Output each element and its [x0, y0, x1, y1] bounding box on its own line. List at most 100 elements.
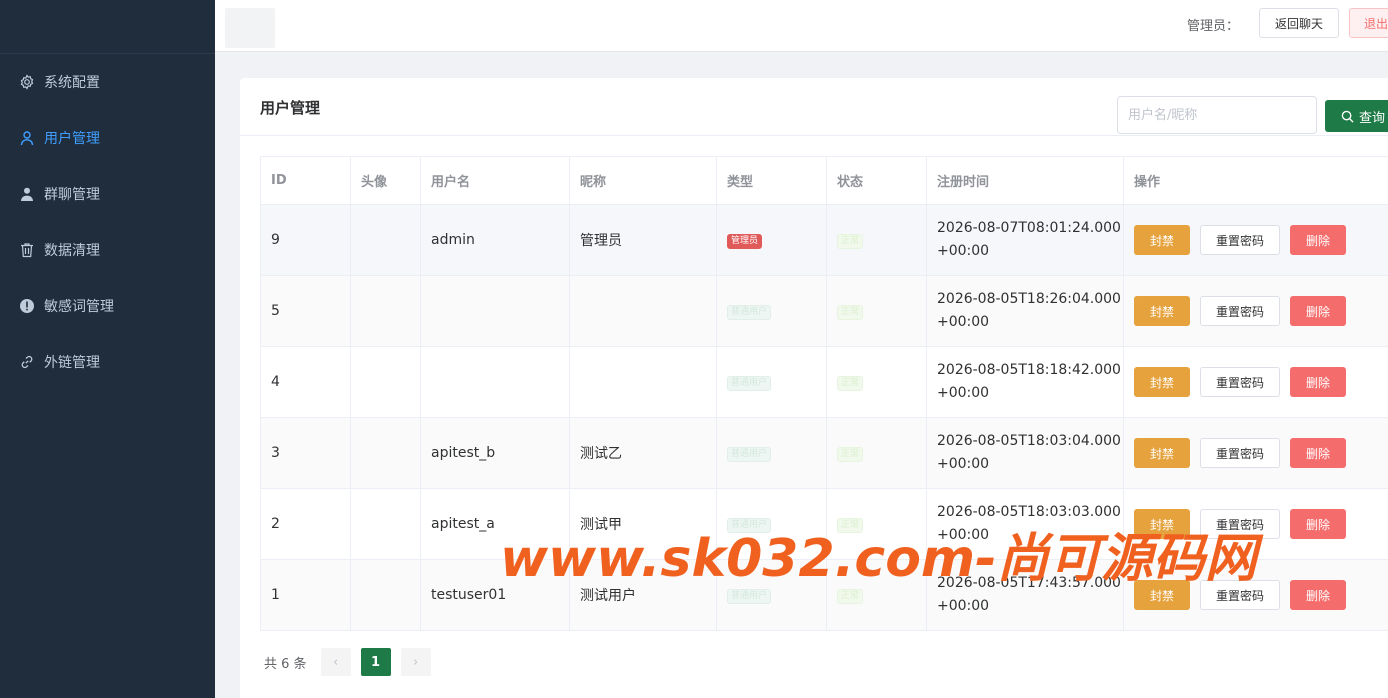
cell-id: 4	[260, 346, 351, 418]
cell-id: 9	[260, 204, 351, 276]
cell-username	[420, 346, 570, 418]
cell-id: 3	[260, 417, 351, 489]
cell-avatar	[350, 559, 421, 631]
warning-icon	[19, 298, 35, 314]
query-button-label: 查询	[1359, 110, 1386, 126]
cell-username	[420, 275, 570, 347]
status-badge: 正常	[837, 305, 864, 320]
delete-button[interactable]: 删除	[1290, 509, 1346, 539]
cell-id: 1	[260, 559, 351, 631]
pagination: 共 6 条 ‹ 1 ›	[264, 648, 441, 676]
table-row: 5 普通用户 正常 2026-08-05T18:26:04.000 +00:00 …	[260, 275, 1388, 347]
table-header-row: ID 头像 用户名 昵称 类型 状态 注册时间 操作	[260, 156, 1388, 205]
cell-type: 普通用户	[716, 346, 827, 418]
sidebar-item-label: 系统配置	[44, 75, 100, 91]
status-badge: 正常	[837, 589, 864, 604]
logout-button[interactable]: 退出	[1349, 8, 1388, 38]
sidebar-item-label: 数据清理	[44, 243, 100, 259]
cell-status: 正常	[826, 346, 927, 418]
top-header: 管理员： 返回聊天 退出	[215, 0, 1388, 52]
ban-button[interactable]: 封禁	[1134, 225, 1190, 255]
table-row: 4 普通用户 正常 2026-08-05T18:18:42.000 +00:00 …	[260, 346, 1388, 418]
sidebar-item-user-management[interactable]: 用户管理	[0, 110, 215, 166]
table-row: 3 apitest_b 测试乙 普通用户 正常 2026-08-05T18:03…	[260, 417, 1388, 489]
ban-button[interactable]: 封禁	[1134, 367, 1190, 397]
delete-button[interactable]: 删除	[1290, 225, 1346, 255]
search-icon	[1341, 110, 1354, 123]
link-icon	[19, 354, 35, 370]
status-badge: 正常	[837, 234, 864, 249]
type-badge: 普通用户	[727, 305, 772, 320]
column-header-register-time: 注册时间	[926, 156, 1124, 205]
cell-status: 正常	[826, 275, 927, 347]
cell-id: 5	[260, 275, 351, 347]
cell-nickname	[569, 346, 717, 418]
gear-icon	[19, 74, 35, 90]
cell-avatar	[350, 488, 421, 560]
cell-register-time: 2026-08-05T18:26:04.000 +00:00	[926, 275, 1124, 347]
cell-id: 2	[260, 488, 351, 560]
cell-type: 普通用户	[716, 417, 827, 489]
search-input[interactable]	[1117, 96, 1317, 134]
cell-register-time: 2026-08-05T18:03:04.000 +00:00	[926, 417, 1124, 489]
column-header-id: ID	[260, 156, 351, 205]
cell-actions: 封禁 重置密码 删除	[1123, 346, 1388, 418]
cell-actions: 封禁 重置密码 删除	[1123, 275, 1388, 347]
user-icon	[19, 130, 35, 146]
sidebar-item-label: 用户管理	[44, 131, 100, 147]
user-management-card: 用户管理 查询 ID 头像 用户名 昵称 类型 状态 注册时间 操作 9 adm	[240, 78, 1388, 698]
trash-icon	[19, 242, 35, 258]
sidebar-item-label: 群聊管理	[44, 187, 100, 203]
status-badge: 正常	[837, 447, 864, 462]
status-badge: 正常	[837, 376, 864, 391]
delete-button[interactable]: 删除	[1290, 296, 1346, 326]
reset-password-button[interactable]: 重置密码	[1200, 367, 1280, 397]
column-header-actions: 操作	[1123, 156, 1388, 205]
pagination-total: 共 6 条	[264, 656, 307, 672]
group-icon	[19, 186, 35, 202]
cell-nickname: 测试乙	[569, 417, 717, 489]
cell-register-time: 2026-08-05T18:18:42.000 +00:00	[926, 346, 1124, 418]
sidebar-item-label: 敏感词管理	[44, 299, 114, 315]
cell-status: 正常	[826, 417, 927, 489]
sidebar: 系统配置 用户管理 群聊管理 数据清理 敏感词管理 外链管理	[0, 0, 215, 698]
delete-button[interactable]: 删除	[1290, 438, 1346, 468]
query-button[interactable]: 查询	[1325, 100, 1388, 132]
cell-actions: 封禁 重置密码 删除	[1123, 417, 1388, 489]
cell-nickname: 管理员	[569, 204, 717, 276]
sidebar-item-sensitive-words[interactable]: 敏感词管理	[0, 278, 215, 334]
column-header-nickname: 昵称	[569, 156, 717, 205]
page-title: 用户管理	[260, 99, 321, 117]
reset-password-button[interactable]: 重置密码	[1200, 225, 1280, 255]
cell-actions: 封禁 重置密码 删除	[1123, 204, 1388, 276]
cell-avatar	[350, 417, 421, 489]
sidebar-item-external-links[interactable]: 外链管理	[0, 334, 215, 390]
cell-nickname	[569, 275, 717, 347]
cell-username: apitest_b	[420, 417, 570, 489]
admin-role-label: 管理员：	[1187, 19, 1240, 34]
prev-page-button[interactable]: ‹	[320, 648, 351, 676]
back-to-chat-button[interactable]: 返回聊天	[1259, 8, 1339, 38]
sidebar-item-data-cleanup[interactable]: 数据清理	[0, 222, 215, 278]
ban-button[interactable]: 封禁	[1134, 296, 1190, 326]
cell-type: 管理员	[716, 204, 827, 276]
reset-password-button[interactable]: 重置密码	[1200, 296, 1280, 326]
card-header: 用户管理 查询	[240, 78, 1388, 136]
sidebar-item-group-chat[interactable]: 群聊管理	[0, 166, 215, 222]
type-badge: 管理员	[727, 234, 763, 249]
column-header-username: 用户名	[420, 156, 570, 205]
ban-button[interactable]: 封禁	[1134, 438, 1190, 468]
next-page-button[interactable]: ›	[400, 648, 431, 676]
delete-button[interactable]: 删除	[1290, 580, 1346, 610]
logo-placeholder	[225, 8, 275, 48]
watermark: www.sk032.com-尚可源码网	[500, 529, 1257, 589]
delete-button[interactable]: 删除	[1290, 367, 1346, 397]
reset-password-button[interactable]: 重置密码	[1200, 438, 1280, 468]
page-number-button[interactable]: 1	[360, 648, 391, 676]
sidebar-item-system-config[interactable]: 系统配置	[0, 54, 215, 110]
cell-avatar	[350, 275, 421, 347]
cell-register-time: 2026-08-07T08:01:24.000 +00:00	[926, 204, 1124, 276]
cell-status: 正常	[826, 204, 927, 276]
column-header-type: 类型	[716, 156, 827, 205]
column-header-status: 状态	[826, 156, 927, 205]
